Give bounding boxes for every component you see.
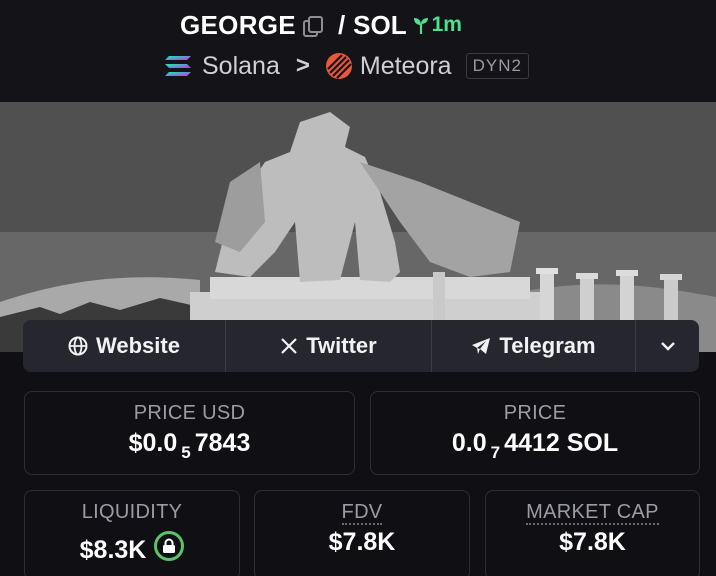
meteora-icon xyxy=(325,53,352,79)
lock-icon[interactable] xyxy=(154,531,185,561)
price-native-prefix: 0.0 xyxy=(451,429,487,457)
sprout-icon xyxy=(413,18,428,34)
pair-age-value: 1m xyxy=(431,13,462,36)
globe-icon xyxy=(68,336,88,356)
token-symbol: GEORGE xyxy=(180,9,296,40)
price-native-digits: 4412 SOL xyxy=(504,429,619,457)
solana-icon xyxy=(165,56,191,76)
quote-symbol: SOL xyxy=(353,9,407,40)
telegram-link[interactable]: Telegram xyxy=(432,320,636,372)
website-label: Website xyxy=(96,333,180,358)
price-usd-digits: 7843 xyxy=(194,429,251,457)
breadcrumb-separator: > xyxy=(295,52,310,79)
more-links-button[interactable] xyxy=(636,320,699,372)
liquidity-label: LIQUIDITY xyxy=(81,501,183,523)
market-cap-label[interactable]: MARKET CAP xyxy=(486,501,699,525)
price-native-value: 0.0 7 4412 SOL xyxy=(371,429,699,462)
price-native-card: PRICE 0.0 7 4412 SOL xyxy=(370,391,700,475)
fdv-label-text: FDV xyxy=(341,501,383,525)
liquidity-value: $8.3K xyxy=(79,536,147,564)
x-icon xyxy=(281,338,298,354)
chain-breadcrumb: Solana > Meteora DYN2 xyxy=(164,50,529,82)
price-usd-value: $0.0 5 7843 xyxy=(25,429,354,462)
fdv-card: FDV $7.8K xyxy=(254,490,470,576)
fdv-label[interactable]: FDV xyxy=(255,501,469,525)
market-cap-card: MARKET CAP $7.8K xyxy=(485,490,700,576)
price-usd-zero-count: 5 xyxy=(181,443,191,462)
dex-name[interactable]: Meteora xyxy=(360,52,452,81)
fdv-value: $7.8K xyxy=(328,528,396,556)
pool-type-badge: DYN2 xyxy=(465,53,529,79)
pair-title: GEORGE / SOL 1m xyxy=(180,10,462,40)
price-native-label: PRICE xyxy=(503,402,567,424)
market-cap-label-text: MARKET CAP xyxy=(526,501,659,525)
liquidity-card: LIQUIDITY $8.3K xyxy=(24,490,240,576)
token-banner-image xyxy=(0,102,716,352)
price-usd-card: PRICE USD $0.0 5 7843 xyxy=(24,391,355,475)
price-native-zero-count: 7 xyxy=(490,443,501,462)
price-usd-prefix: $0.0 xyxy=(128,429,178,457)
telegram-label: Telegram xyxy=(499,333,596,358)
pair-age: 1m xyxy=(413,13,462,37)
social-links-bar: Website Twitter Telegram xyxy=(23,320,699,372)
chain-name[interactable]: Solana xyxy=(202,52,280,81)
twitter-link[interactable]: Twitter xyxy=(226,320,432,372)
pair-slash: / xyxy=(337,9,346,40)
market-cap-value: $7.8K xyxy=(559,528,626,556)
liquidity-value-row: $8.3K xyxy=(25,528,239,565)
copy-icon[interactable] xyxy=(302,15,323,37)
website-link[interactable]: Website xyxy=(23,320,226,372)
price-usd-label: PRICE USD xyxy=(133,402,246,424)
telegram-icon xyxy=(472,338,491,354)
token-header: GEORGE / SOL 1m Solana > Meteora DYN2 xyxy=(0,0,716,102)
statue-photo xyxy=(0,102,716,352)
twitter-label: Twitter xyxy=(306,333,377,358)
chevron-down-icon xyxy=(660,342,675,351)
